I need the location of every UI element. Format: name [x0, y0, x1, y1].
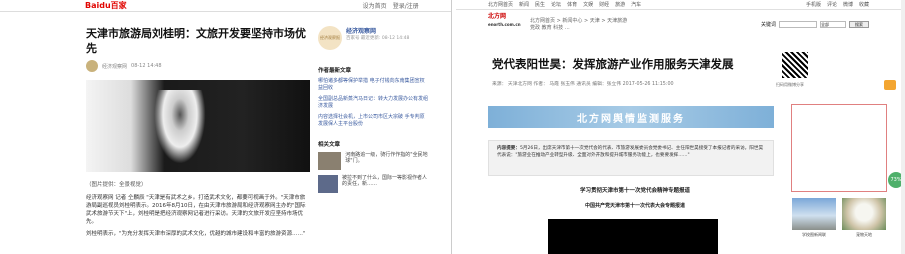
- special-report-link[interactable]: 中国共产党天津市第十一次代表大会专题报道: [492, 202, 778, 209]
- search-button[interactable]: 搜索: [849, 20, 869, 28]
- logo-domain: enorth.com.cn: [488, 22, 521, 27]
- author-name[interactable]: 经济观察网: [102, 63, 127, 70]
- thumbnail-image[interactable]: [792, 198, 836, 230]
- related-item[interactable]: 被拉不到了什么，国际一等影视作者人的责任，新……: [318, 175, 428, 193]
- more-articles-heading: 作者最新文章: [318, 68, 352, 74]
- article-meta: 来源： 天津北方网 作者： 马霞 张玉伟 通讯员 编辑：张立伟 2017-05-…: [492, 82, 674, 87]
- baidu-logo[interactable]: Baidu百家: [85, 0, 127, 11]
- top-link-home[interactable]: 设为首页: [363, 1, 387, 10]
- summary-label: 内容提要：: [497, 146, 520, 151]
- promo-banner[interactable]: 北方网舆情监测服务: [488, 106, 774, 128]
- article-body: 经济观察网 记者 仝麟辰 "天津是有武术之乡。打造武术文化，都要可视画于外。"天…: [86, 194, 308, 242]
- logo-main: Bai: [85, 1, 100, 10]
- account-name[interactable]: 经济观察网: [346, 26, 409, 35]
- logo-accent: du: [99, 1, 111, 10]
- martial-artist-figure: [150, 90, 210, 172]
- related-thumb[interactable]: [318, 175, 339, 193]
- enorth-logo[interactable]: 北方网 enorth.com.cn: [488, 13, 524, 35]
- related-thumb[interactable]: [318, 152, 342, 170]
- topnav-right: 手机版 评论 微博 收藏: [806, 1, 905, 8]
- video-player[interactable]: [548, 219, 718, 254]
- thumbnail-caption[interactable]: 宠物天地: [842, 232, 886, 238]
- nav-link[interactable]: 财经: [599, 1, 609, 8]
- scrollbar[interactable]: [901, 0, 905, 254]
- related-item[interactable]: 河南路追一级，骑行作作指的"全民地球"门。: [318, 152, 428, 170]
- publish-time: 08-12 14:48: [131, 63, 162, 69]
- thumbnail-item[interactable]: 学校图新闻联: [792, 198, 836, 240]
- enorth-article-page: 北方网首页 新闻 民生 论坛 体育 文娱 财经 旅游 汽车 手机版 评论 微博 …: [456, 0, 905, 254]
- chat-icon[interactable]: [884, 80, 896, 90]
- thumbnail-caption[interactable]: 学校图新闻联: [792, 232, 836, 238]
- nav-link[interactable]: 北方网首页: [488, 1, 513, 8]
- related-text[interactable]: 河南路追一级，骑行作作指的"全民地球"门。: [345, 152, 428, 170]
- screenshot-root: Baidu百家 设为首页 登录/注册 天津市旅游局刘桂明：文旅开发要坚持市场优先…: [0, 0, 905, 254]
- baidu-article-page: Baidu百家 设为首页 登录/注册 天津市旅游局刘桂明：文旅开发要坚持市场优先…: [0, 0, 452, 254]
- nav-link[interactable]: 新闻: [519, 1, 529, 8]
- weibo-link[interactable]: 微博: [843, 1, 853, 8]
- nav-link[interactable]: 论坛: [551, 1, 561, 8]
- enorth-header: 北方网 enorth.com.cn 北方网首页 > 新闻中心 > 天津 > 天津…: [488, 12, 905, 36]
- article-title: 党代表阳世昊：发挥旅游产业作用服务天津发展: [492, 57, 734, 71]
- photo-caption: （图片提供：全景视觉）: [86, 182, 147, 188]
- logo-tail: 百家: [110, 1, 127, 10]
- account-sub: 百家号 最近更新: 08-12 14:48: [346, 36, 410, 41]
- breadcrumb-sub[interactable]: 党政 教育 科技 …: [530, 24, 627, 31]
- more-article-link[interactable]: 内容选择社会机，上市公司市区大宗破 手专判原发展保人主平台股份: [318, 114, 428, 128]
- nav-link[interactable]: 旅游: [615, 1, 625, 8]
- nav-link[interactable]: 民生: [535, 1, 545, 8]
- related-text[interactable]: 被拉不到了什么，国际一等影视作者人的责任，新……: [342, 175, 428, 193]
- author-card[interactable]: 经济观察报 经济观察网 百家号 最近更新: 08-12 14:48: [318, 26, 428, 54]
- top-link-login[interactable]: 登录/注册: [393, 1, 419, 10]
- article-title: 天津市旅游局刘桂明：文旅开发要坚持市场优先: [86, 27, 306, 55]
- search-input[interactable]: [779, 20, 817, 28]
- baidu-sidebar: 经济观察报 经济观察网 百家号 最近更新: 08-12 14:48 作者最新文章…: [318, 26, 428, 198]
- nav-link[interactable]: 体育: [567, 1, 577, 8]
- body-paragraph: 经济观察网 记者 仝麟辰 "天津是有武术之乡。打造武术文化，都要可视画于外。"天…: [86, 195, 306, 225]
- summary-text: 5月26日，出席天津市第十一次党代会的代表、市旅游发展委员会党委书记、主任阳世昊…: [497, 146, 764, 158]
- breadcrumb[interactable]: 北方网首页 > 新闻中心 > 天津 > 天津旅游: [530, 17, 627, 24]
- account-logo: 经济观察报: [318, 26, 342, 50]
- special-report-link[interactable]: 学习贯彻天津市第十一次党代会精神专题报道: [492, 186, 778, 194]
- logo-text: 北方网: [488, 13, 507, 20]
- search-scope-select[interactable]: 全部: [820, 20, 846, 28]
- mobile-link[interactable]: 手机版: [806, 1, 821, 8]
- qr-caption: 扫码用微博分享: [776, 82, 804, 87]
- nav-link[interactable]: 文娱: [583, 1, 593, 8]
- thumbnail-item[interactable]: 宠物天地: [842, 198, 886, 240]
- more-article-link[interactable]: 全国副总品新蒸汽马日记：转大力发展办公有发组济发展: [318, 96, 428, 110]
- summary-box: 内容提要：5月26日，出席天津市第十一次党代会的代表、市旅游发展委员会党委书记、…: [488, 140, 774, 176]
- ad-slot[interactable]: [791, 104, 887, 192]
- qr-code: [782, 52, 808, 78]
- search-bar: 关键词 全部 搜索: [760, 20, 905, 28]
- more-article-link[interactable]: 哪怕诸多都等保护举措 电子付钱向东南集团宣权益回收: [318, 78, 428, 92]
- search-label: 关键词: [760, 21, 776, 28]
- thumbnail-image[interactable]: [842, 198, 886, 230]
- favorite-link[interactable]: 收藏: [859, 1, 869, 8]
- baidu-topbar: Baidu百家 设为首页 登录/注册: [0, 0, 451, 12]
- author-avatar[interactable]: [86, 60, 98, 72]
- nav-link[interactable]: 汽车: [631, 1, 641, 8]
- thumbnail-list: 学校图新闻联 宠物天地: [792, 198, 886, 240]
- article-meta: 经济观察网 08-12 14:48: [86, 60, 162, 72]
- related-heading: 相关文章: [318, 142, 341, 148]
- comment-link[interactable]: 评论: [827, 1, 837, 8]
- body-paragraph: 刘桂明表示，"为充分发挥天津市深厚的武术文化，优越的城市建设和丰富的旅游资源………: [86, 231, 306, 237]
- enorth-topnav: 北方网首页 新闻 民生 论坛 体育 文娱 财经 旅游 汽车 手机版 评论 微博 …: [456, 0, 905, 10]
